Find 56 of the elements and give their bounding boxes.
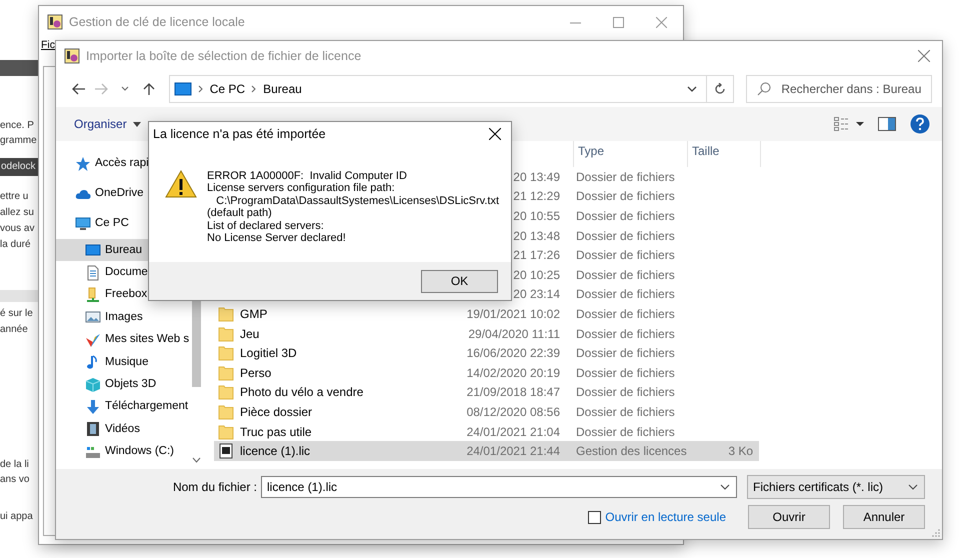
- file-type: Dossier de fichiers: [576, 170, 675, 184]
- window-title: Gestion de clé de licence locale: [69, 14, 245, 31]
- file-name: Pièce dossier: [240, 404, 312, 421]
- file-type: Dossier de fichiers: [576, 366, 675, 380]
- file-type: Dossier de fichiers: [576, 268, 675, 282]
- file-name: licence (1).lic: [240, 443, 310, 460]
- file-size: 3 Ko: [728, 444, 753, 458]
- article-text: allez su: [0, 206, 34, 220]
- file-date: 16/06/2020 22:39: [466, 346, 560, 360]
- article-text: de la li: [0, 458, 29, 472]
- article-text: ence. P: [0, 119, 34, 133]
- file-type: Gestion des licences: [576, 444, 687, 458]
- file-type: Dossier de fichiers: [576, 404, 675, 419]
- file-type: Dossier de fichiers: [576, 287, 675, 302]
- file-date: 20 13:49: [513, 170, 560, 184]
- dialog-title: La licence n'a pas été importée: [153, 126, 326, 143]
- file-type: Dossier de fichiers: [576, 228, 675, 243]
- article-text: é sur le: [0, 307, 33, 321]
- banner-text: odelock: [0, 158, 38, 176]
- file-date: 14/02/2020 20:19: [466, 366, 560, 380]
- error-message: ERROR 1A00000F: Invalid Computer ID License servers configuration file path: C:\ProgramData\DassaultSystemes\Licenses\DSLicSrv.txt (default path) List of declared servers: No License Server declared!: [207, 170, 500, 246]
- file-date: 20 13:48: [513, 228, 560, 243]
- file-date: 29/04/2020 11:11: [468, 326, 560, 341]
- file-type: Dossier de fichiers: [576, 424, 675, 439]
- file-name: Logitiel 3D: [240, 345, 297, 362]
- file-name: Jeu: [240, 326, 260, 343]
- article-text: la duré: [0, 238, 31, 252]
- file-date: 21/09/2018 18:47: [466, 385, 560, 400]
- article-text: ui appa: [0, 510, 33, 524]
- article-text: gramme: [0, 134, 37, 148]
- file-date: 20 10:25: [513, 268, 560, 282]
- file-date: 21 12:29: [513, 189, 560, 204]
- file-type: Dossier de fichiers: [576, 326, 675, 341]
- file-name: Perso: [240, 364, 272, 382]
- article-text: vous av: [0, 222, 34, 236]
- file-date: 19/01/2021 10:02: [466, 306, 560, 321]
- filename-label: Nom du fichier :: [172, 479, 257, 496]
- file-date: 20 10:55: [513, 208, 560, 223]
- article-text: année: [0, 323, 28, 337]
- file-type: Dossier de fichiers: [576, 248, 675, 262]
- file-type: Dossier de fichiers: [576, 208, 675, 223]
- file-date: 24/01/2021 21:44: [466, 444, 560, 458]
- file-type: Dossier de fichiers: [576, 385, 675, 400]
- file-name: Truc pas utile: [240, 424, 312, 441]
- file-type: Dossier de fichiers: [576, 346, 675, 360]
- file-date: 24/01/2021 21:04: [466, 424, 560, 439]
- article-text: ans vo: [0, 473, 30, 487]
- file-name: Photo du vélo a vendre: [240, 384, 364, 402]
- file-date: 21 17:26: [513, 248, 560, 262]
- dialog-title: Importer la boîte de sélection de fichier de licence: [86, 48, 362, 65]
- file-type: Dossier de fichiers: [576, 306, 675, 321]
- file-date: 08/12/2020 08:56: [466, 404, 560, 419]
- file-date: 20 23:14: [513, 287, 560, 302]
- article-text: ettre u: [0, 190, 28, 204]
- file-type: Dossier de fichiers: [576, 189, 675, 204]
- file-name: GMP: [240, 306, 268, 323]
